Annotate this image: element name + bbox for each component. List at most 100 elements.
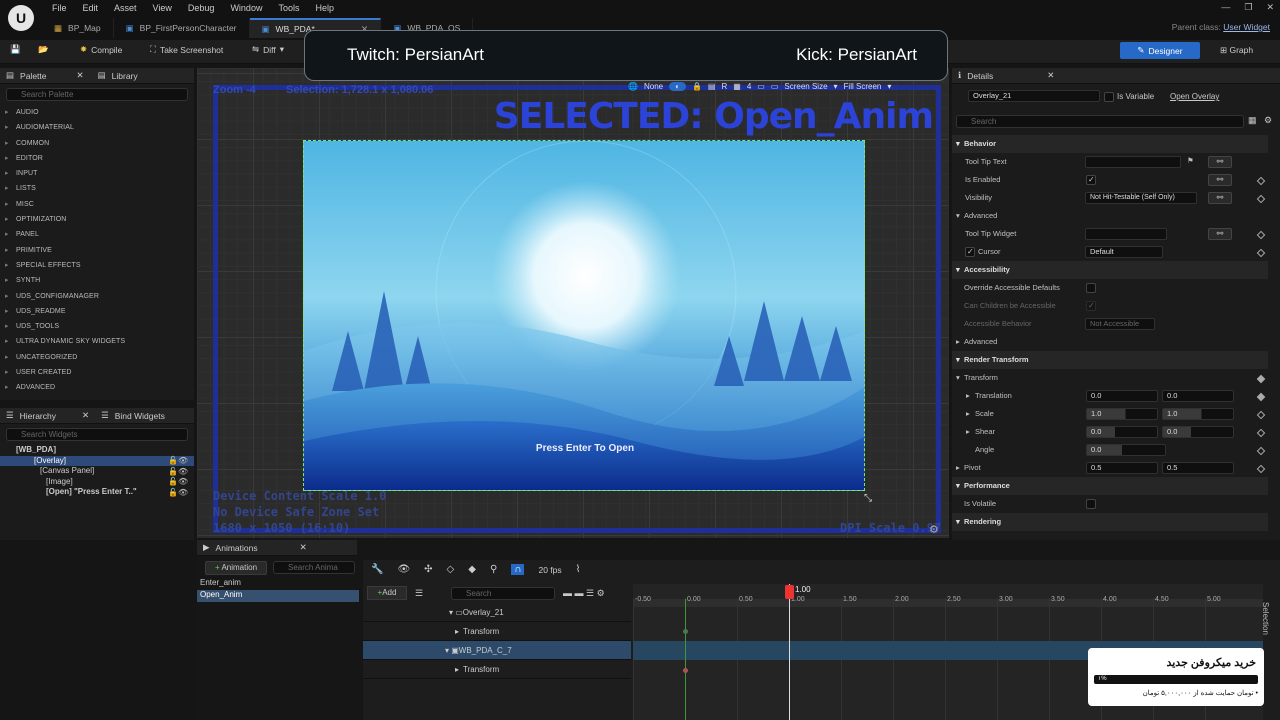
- unreal-logo[interactable]: U: [8, 5, 34, 31]
- device-icon[interactable]: ▭: [771, 82, 779, 91]
- keyframe-icon[interactable]: [1256, 428, 1266, 438]
- menu-asset[interactable]: Asset: [106, 1, 145, 15]
- palette-category[interactable]: UDS_CONFIGMANAGER: [0, 289, 194, 305]
- marker-icon[interactable]: ⚲: [490, 564, 497, 575]
- lock-icon[interactable]: 🔒: [692, 82, 702, 91]
- palette-category[interactable]: EDITOR: [0, 151, 194, 167]
- menu-help[interactable]: Help: [307, 1, 342, 15]
- section-rendering[interactable]: ▾ Rendering: [952, 513, 1268, 531]
- tab-animations[interactable]: Animations: [216, 543, 258, 553]
- r-toggle[interactable]: R: [721, 82, 727, 91]
- screenshot-button[interactable]: ⛶ Take Screenshot: [150, 44, 223, 55]
- translation-x[interactable]: 0.0: [1086, 390, 1158, 402]
- palette-category[interactable]: PANEL: [0, 227, 194, 243]
- curve-icon[interactable]: ⌇: [576, 564, 581, 575]
- cursor-dropdown[interactable]: Default: [1085, 246, 1163, 258]
- row-transform[interactable]: ▾ Transform: [952, 369, 1268, 387]
- keyframe-icon[interactable]: [1256, 230, 1266, 240]
- section-behavior[interactable]: ▾ Behavior: [952, 135, 1268, 153]
- widget-name-field[interactable]: Overlay_21: [968, 90, 1100, 102]
- image-icon[interactable]: ▭: [757, 82, 765, 91]
- tab-bind-widgets[interactable]: Bind Widgets: [115, 411, 165, 421]
- close-icon[interactable]: ✕: [300, 542, 307, 553]
- playhead-handle[interactable]: [785, 585, 794, 599]
- row-advanced-2[interactable]: ▸ Advanced: [952, 333, 1268, 351]
- close-icon[interactable]: ✕: [1047, 70, 1054, 81]
- close-window-icon[interactable]: ✕: [1266, 2, 1274, 13]
- palette-category[interactable]: COMMON: [0, 136, 194, 152]
- hierarchy-search[interactable]: Search Widgets: [6, 428, 188, 441]
- tree-open-text[interactable]: [Open] "Press Enter T..": [0, 487, 194, 498]
- scale-y[interactable]: 1.0: [1162, 408, 1234, 420]
- add-animation-button[interactable]: + Animation: [205, 561, 267, 575]
- close-icon[interactable]: ✕: [77, 70, 84, 81]
- shear-x[interactable]: 0.0: [1086, 426, 1158, 438]
- menu-window[interactable]: Window: [222, 1, 270, 15]
- is-volatile-checkbox[interactable]: [1086, 499, 1096, 509]
- diff-button[interactable]: ⇋ Diff ▾: [252, 44, 284, 55]
- palette-category[interactable]: INPUT: [0, 166, 194, 182]
- settings-icon[interactable]: ⚙: [1264, 115, 1272, 126]
- track-search[interactable]: Search: [451, 587, 555, 600]
- tooltip-widget-dropdown[interactable]: [1085, 228, 1167, 240]
- tree-root[interactable]: [WB_PDA]: [0, 445, 194, 456]
- track-wb-pda[interactable]: ▾ ▣ WB_PDA_C_7: [363, 641, 631, 660]
- tab-details[interactable]: Details: [967, 71, 993, 81]
- is-enabled-checkbox[interactable]: [1086, 175, 1096, 185]
- row-advanced[interactable]: ▾ Advanced: [952, 207, 1268, 225]
- details-search[interactable]: Search: [956, 115, 1244, 128]
- animation-item-open[interactable]: Open_Anim: [197, 590, 359, 602]
- save-icon[interactable]: 💾: [10, 44, 21, 55]
- keyframe-icon[interactable]: [1256, 410, 1266, 420]
- tree-canvas-panel[interactable]: [Canvas Panel]: [0, 466, 194, 477]
- track-transform-1[interactable]: ▸ Transform: [363, 622, 631, 641]
- animation-search[interactable]: Search Anima: [273, 561, 355, 574]
- key-dot[interactable]: [683, 668, 688, 673]
- keyframe-icon[interactable]: [1256, 446, 1266, 456]
- keyframe-icon[interactable]: [1256, 464, 1266, 474]
- track-overlay[interactable]: ▾ ▭ Overlay_21: [363, 603, 631, 622]
- palette-category[interactable]: OPTIMIZATION: [0, 212, 194, 228]
- gear-icon[interactable]: ⚙: [929, 523, 939, 536]
- designer-button[interactable]: ✎ Designer: [1120, 42, 1200, 59]
- magnet-icon[interactable]: ∩: [511, 564, 525, 575]
- palette-category[interactable]: UNCATEGORIZED: [0, 350, 194, 366]
- angle-field[interactable]: 0.0: [1086, 444, 1166, 456]
- track-options-icons[interactable]: ▬ ▬ ☰ ⚙: [563, 588, 605, 599]
- tab-bp-firstperson[interactable]: ▣ BP_FirstPersonCharacter: [114, 18, 250, 38]
- palette-category[interactable]: ULTRA DYNAMIC SKY WIDGETS: [0, 334, 194, 350]
- scale-x[interactable]: 1.0: [1086, 408, 1158, 420]
- palette-category[interactable]: LISTS: [0, 181, 194, 197]
- key-icon[interactable]: ◇: [447, 564, 455, 575]
- add-track-button[interactable]: +Add: [367, 586, 407, 600]
- open-overlay-link[interactable]: Open Overlay: [1170, 92, 1219, 101]
- translation-y[interactable]: 0.0: [1162, 390, 1234, 402]
- tab-library[interactable]: Library: [112, 71, 138, 81]
- palette-search[interactable]: Search Palette: [6, 88, 188, 101]
- override-checkbox[interactable]: [1086, 283, 1096, 293]
- menu-file[interactable]: File: [44, 1, 75, 15]
- palette-category[interactable]: UDS_README: [0, 304, 194, 320]
- palette-category[interactable]: SYNTH: [0, 273, 194, 289]
- pivot-x[interactable]: 0.5: [1086, 462, 1158, 474]
- palette-category[interactable]: MISC: [0, 197, 194, 213]
- section-accessibility[interactable]: ▾ Accessibility: [952, 261, 1268, 279]
- keyframe-icon[interactable]: [1256, 194, 1266, 204]
- tab-bp-map[interactable]: ▦ BP_Map: [42, 18, 114, 38]
- filter-icon[interactable]: ☰: [415, 588, 423, 599]
- grid-icon[interactable]: ▦: [733, 82, 741, 91]
- cursor-checkbox[interactable]: [965, 247, 975, 257]
- is-variable-checkbox[interactable]: [1104, 92, 1114, 102]
- keyframe-icon[interactable]: [1256, 392, 1266, 402]
- pivot-y[interactable]: 0.5: [1162, 462, 1234, 474]
- none-dropdown[interactable]: None: [644, 82, 663, 91]
- bind-button[interactable]: ⚯: [1208, 228, 1232, 240]
- restore-icon[interactable]: ❐: [1244, 2, 1252, 13]
- shear-y[interactable]: 0.0: [1162, 426, 1234, 438]
- parent-class-link[interactable]: User Widget: [1223, 22, 1270, 32]
- section-render-transform[interactable]: ▾ Render Transform: [952, 351, 1268, 369]
- keyframe-icon[interactable]: [1256, 248, 1266, 258]
- palette-category[interactable]: AUDIOMATERIAL: [0, 120, 194, 136]
- minimize-icon[interactable]: —: [1221, 2, 1230, 13]
- track-transform-2[interactable]: ▸ Transform: [363, 660, 631, 679]
